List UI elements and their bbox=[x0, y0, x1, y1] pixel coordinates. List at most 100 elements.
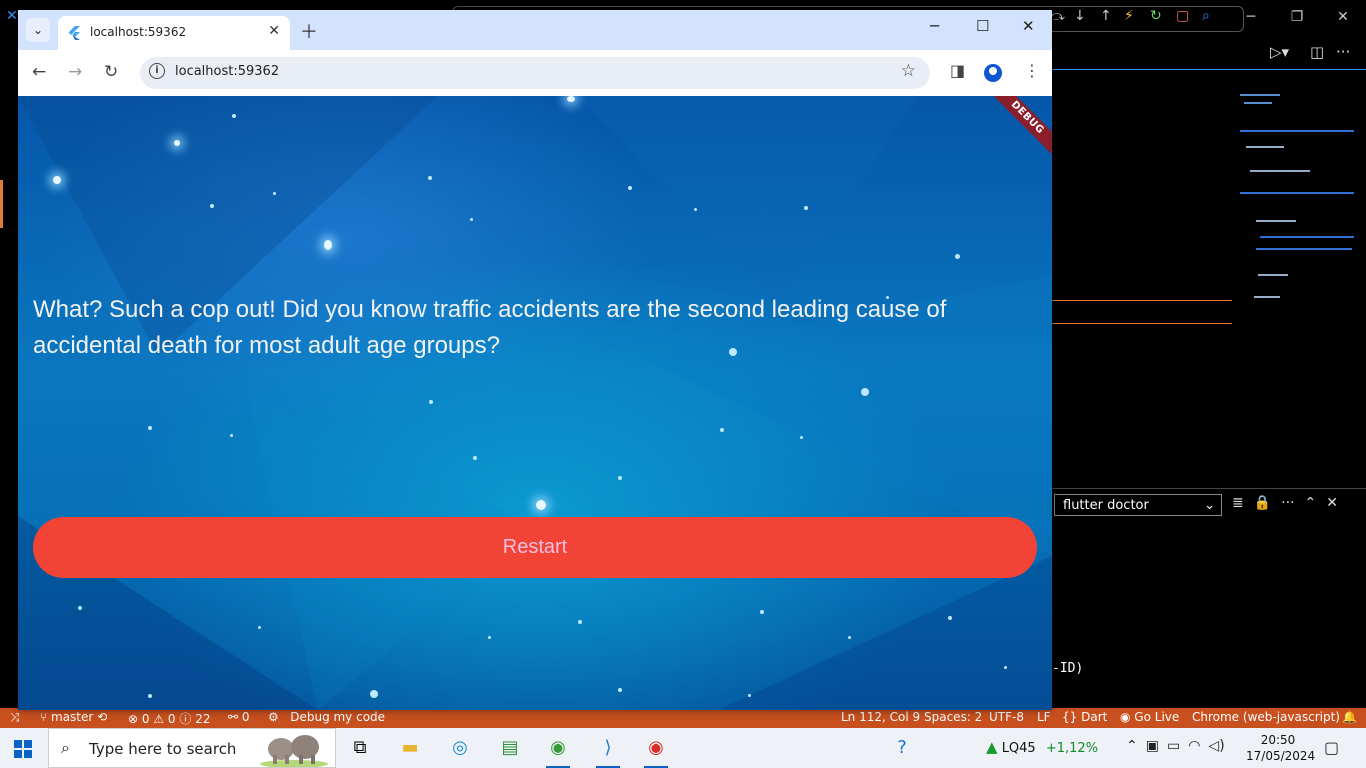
stock-change: +1,12% bbox=[1045, 741, 1099, 756]
restore-icon[interactable]: ❐ bbox=[1274, 0, 1320, 35]
system-tray: ⌃ ▣ ▭ ◠ ◁) bbox=[1126, 738, 1225, 754]
infos-count: 22 bbox=[195, 712, 211, 726]
step-into-icon[interactable]: ↓ bbox=[1074, 8, 1086, 24]
taskbar-search-box[interactable]: ⌕ Type here to search bbox=[48, 728, 336, 768]
browser-toolbar: ← → ↻ i localhost:59362 ☆ ◨ ⋮ bbox=[18, 50, 1052, 96]
particle bbox=[948, 616, 952, 620]
address-bar[interactable]: i localhost:59362 ☆ bbox=[140, 57, 930, 89]
go-live-item[interactable]: ◉ Go Live bbox=[1120, 710, 1179, 724]
particle bbox=[578, 620, 582, 624]
tab-strip: ⌄ localhost:59362 ✕ ＋ ─ ☐ ✕ bbox=[18, 10, 1052, 50]
minimize-icon[interactable]: ─ bbox=[1228, 0, 1274, 35]
meet-now-icon[interactable]: ▣ bbox=[1146, 738, 1159, 754]
maximize-icon[interactable]: ☐ bbox=[976, 17, 989, 35]
clear-output-icon[interactable]: ≣ bbox=[1232, 495, 1244, 511]
back-arrow-icon[interactable]: ← bbox=[32, 62, 46, 82]
kebab-menu-icon[interactable]: ⋮ bbox=[1024, 61, 1040, 80]
cursor-position[interactable]: Ln 112, Col 9 bbox=[841, 710, 920, 724]
tab-search-button[interactable]: ⌄ bbox=[26, 18, 50, 42]
chart-app-icon[interactable]: ▤ bbox=[490, 732, 530, 764]
particle bbox=[473, 456, 477, 460]
particle bbox=[232, 114, 236, 118]
encoding[interactable]: UTF-8 bbox=[989, 710, 1024, 724]
notifications-icon[interactable]: 🔔 bbox=[1342, 710, 1357, 724]
debug-item[interactable]: ⚙ Debug my code bbox=[268, 710, 385, 724]
terminal-select[interactable]: flutter doctor ⌄ bbox=[1054, 494, 1222, 516]
particle bbox=[230, 434, 233, 437]
line-ending[interactable]: LF bbox=[1037, 710, 1051, 724]
particle bbox=[536, 500, 546, 510]
step-over-icon[interactable]: ⤼ bbox=[1050, 8, 1065, 24]
remote-icon[interactable]: ⤨ bbox=[10, 710, 20, 725]
close-window-icon[interactable]: ✕ bbox=[1022, 17, 1035, 35]
close-icon[interactable]: ✕ bbox=[1320, 0, 1366, 35]
particle bbox=[694, 208, 697, 211]
particle bbox=[848, 636, 851, 639]
problems-item[interactable]: ⊗ 0 ⚠ 0 ⓘ 22 bbox=[128, 710, 210, 727]
search-icon: ⌕ bbox=[61, 738, 70, 757]
ports-item[interactable]: ⚯ 0 bbox=[228, 710, 250, 724]
particle bbox=[488, 636, 491, 639]
restart-icon[interactable]: ↻ bbox=[1150, 8, 1162, 24]
indent-setting[interactable]: Spaces: 2 bbox=[924, 710, 982, 724]
bookmark-star-icon[interactable]: ☆ bbox=[901, 61, 916, 81]
stop-icon[interactable]: ▢ bbox=[1176, 8, 1189, 24]
vscode-icon[interactable]: ⟩ bbox=[588, 732, 628, 768]
language-mode[interactable]: {} Dart bbox=[1062, 710, 1107, 724]
minimize-icon[interactable]: ─ bbox=[930, 17, 939, 35]
particle bbox=[53, 176, 61, 184]
ports-count: 0 bbox=[241, 710, 250, 724]
run-debug-icon[interactable]: ▷▾ bbox=[1270, 43, 1289, 61]
windows-taskbar: ⌕ Type here to search ⧉ ▬ ◎ ▤ ◉ ⟩ ◉ ? ▲ … bbox=[0, 728, 1366, 768]
devtools-search-icon[interactable]: ⌕ bbox=[1202, 8, 1210, 24]
chrome-profile-icon[interactable]: ◉ bbox=[538, 732, 578, 768]
particle bbox=[174, 140, 180, 146]
split-editor-icon[interactable]: ◫ bbox=[1310, 43, 1324, 61]
particle bbox=[861, 388, 869, 396]
forward-arrow-icon[interactable]: → bbox=[68, 62, 82, 82]
volume-icon[interactable]: ◁) bbox=[1208, 738, 1224, 754]
chrome-icon[interactable]: ◉ bbox=[636, 732, 676, 768]
file-explorer-icon[interactable]: ▬ bbox=[390, 732, 430, 764]
new-tab-icon[interactable]: ＋ bbox=[300, 18, 318, 44]
stock-widget[interactable]: ▲ LQ45 +1,12% bbox=[986, 738, 1098, 756]
battery-icon[interactable]: ▭ bbox=[1167, 738, 1180, 754]
lock-icon[interactable]: 🔒 bbox=[1254, 495, 1271, 511]
site-info-icon[interactable]: i bbox=[149, 63, 165, 79]
language-label: Dart bbox=[1081, 710, 1108, 724]
side-panel-icon[interactable]: ◨ bbox=[950, 61, 965, 80]
more-icon[interactable]: ··· bbox=[1281, 495, 1294, 511]
help-icon[interactable]: ? bbox=[882, 732, 922, 764]
taskbar-clock[interactable]: 20:50 17/05/2024 bbox=[1246, 732, 1315, 764]
particle bbox=[804, 206, 808, 210]
profile-icon[interactable] bbox=[984, 64, 1002, 82]
vscode-status-bar: ⤨ ⑂ master ⟲ ⊗ 0 ⚠ 0 ⓘ 22 ⚯ 0 ⚙ Debug my… bbox=[0, 708, 1366, 728]
notification-center-icon[interactable]: ▢ bbox=[1324, 738, 1339, 757]
restart-button[interactable]: Restart bbox=[33, 517, 1037, 578]
edge-icon[interactable]: ◎ bbox=[440, 732, 480, 764]
hot-reload-icon[interactable]: ⚡ bbox=[1124, 8, 1134, 24]
wifi-icon[interactable]: ◠ bbox=[1188, 738, 1200, 754]
particle bbox=[78, 606, 82, 610]
tab-localhost[interactable]: localhost:59362 ✕ bbox=[58, 16, 290, 50]
close-tab-icon[interactable]: ✕ bbox=[268, 23, 280, 39]
windows-start-icon[interactable] bbox=[14, 740, 32, 758]
particle bbox=[470, 218, 473, 221]
reload-icon[interactable]: ↻ bbox=[104, 62, 118, 82]
task-view-icon[interactable]: ⧉ bbox=[340, 732, 380, 764]
url-text[interactable]: localhost:59362 bbox=[175, 64, 279, 79]
particle bbox=[567, 96, 575, 102]
device-item[interactable]: Chrome (web-javascript) ⚙ bbox=[1192, 710, 1355, 724]
stock-name: LQ45 bbox=[1001, 741, 1036, 756]
branch-item[interactable]: ⑂ master ⟲ bbox=[40, 710, 107, 724]
particle bbox=[628, 186, 632, 190]
terminal-select-value: flutter doctor bbox=[1063, 498, 1149, 513]
chevron-up-icon[interactable]: ⌃ bbox=[1305, 495, 1317, 511]
show-hidden-icons-icon[interactable]: ⌃ bbox=[1126, 738, 1138, 754]
step-out-icon[interactable]: ↑ bbox=[1100, 8, 1112, 24]
clock-time: 20:50 bbox=[1260, 733, 1296, 747]
close-panel-icon[interactable]: ✕ bbox=[1326, 495, 1338, 511]
flutter-favicon-icon bbox=[68, 26, 80, 40]
more-actions-icon[interactable]: ··· bbox=[1336, 43, 1350, 61]
broadcast-icon: ◉ bbox=[1120, 710, 1135, 724]
